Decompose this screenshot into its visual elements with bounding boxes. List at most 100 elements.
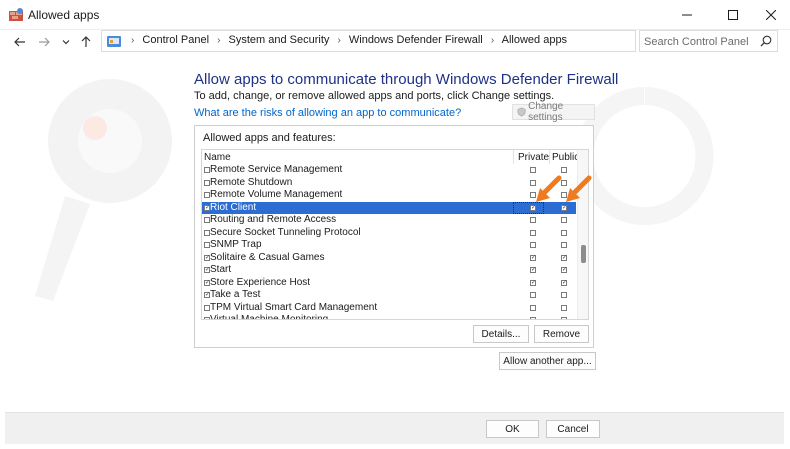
- chevron-down-icon: [62, 40, 70, 45]
- app-row[interactable]: Virtual Machine Monitoring: [202, 314, 576, 320]
- scrollbar-thumb[interactable]: [581, 245, 586, 263]
- app-name: Secure Socket Tunneling Protocol: [210, 226, 361, 238]
- main-content: Allow apps to communicate through Window…: [5, 56, 784, 412]
- breadcrumb-separator: ›: [217, 35, 221, 46]
- public-checkbox[interactable]: [561, 179, 567, 186]
- column-header-name[interactable]: Name: [204, 152, 231, 163]
- private-checkbox[interactable]: [530, 242, 536, 248]
- search-input[interactable]: [644, 34, 756, 49]
- private-checkbox[interactable]: [530, 217, 536, 223]
- column-header-public[interactable]: Public: [552, 152, 579, 163]
- public-checkbox[interactable]: [561, 192, 567, 198]
- app-row[interactable]: Remote Volume Management: [202, 189, 576, 202]
- private-checkbox[interactable]: ✓: [530, 204, 536, 211]
- search-icon[interactable]: [760, 35, 772, 47]
- cancel-button[interactable]: Cancel: [546, 420, 600, 438]
- arrow-right-icon: [39, 37, 50, 47]
- breadcrumb-system-security[interactable]: System and Security: [229, 34, 330, 46]
- app-name: Store Experience Host: [210, 276, 311, 288]
- window-title: Allowed apps: [28, 8, 100, 22]
- private-checkbox[interactable]: [530, 317, 536, 319]
- navigation-bar: › Control Panel › System and Security › …: [0, 30, 790, 52]
- app-name: Riot Client: [210, 201, 257, 213]
- public-checkbox[interactable]: ✓: [561, 279, 567, 286]
- control-panel-icon: [107, 36, 121, 47]
- recent-locations-button[interactable]: [58, 34, 74, 50]
- app-name: Remote Volume Management: [210, 189, 343, 200]
- app-name: Solitaire & Casual Games: [210, 251, 325, 263]
- focus-rectangle: [513, 201, 544, 214]
- app-row[interactable]: ✓ Store Experience Host ✓ ✓: [202, 277, 576, 290]
- allow-another-app-button[interactable]: Allow another app...: [499, 352, 596, 370]
- private-checkbox[interactable]: ✓: [530, 267, 536, 273]
- app-name: Start: [210, 264, 232, 275]
- allowed-apps-group: Allowed apps and features: Name Private …: [194, 125, 594, 348]
- app-name: SNMP Trap: [210, 239, 262, 250]
- app-row[interactable]: Routing and Remote Access: [202, 214, 576, 227]
- app-row[interactable]: ✓ Riot Client ✓ ✓: [202, 201, 576, 214]
- app-row[interactable]: TPM Virtual Smart Card Management: [202, 302, 576, 315]
- arrow-left-icon: [14, 37, 25, 47]
- allowed-apps-list[interactable]: Name Private Public Remote Service Manag…: [201, 149, 589, 320]
- private-checkbox[interactable]: [530, 179, 536, 186]
- public-checkbox[interactable]: [561, 317, 567, 319]
- app-name: Remote Shutdown: [210, 176, 293, 188]
- column-header-private[interactable]: Private: [518, 152, 549, 163]
- public-checkbox[interactable]: ✓: [561, 267, 567, 273]
- public-checkbox[interactable]: [561, 167, 567, 173]
- breadcrumb-separator: ›: [131, 35, 135, 46]
- private-checkbox[interactable]: ✓: [530, 254, 536, 261]
- public-checkbox[interactable]: [561, 242, 567, 248]
- instructions-text: To add, change, or remove allowed apps a…: [194, 90, 555, 102]
- public-checkbox[interactable]: ✓: [561, 254, 567, 261]
- app-row[interactable]: ✓ Take a Test: [202, 289, 576, 302]
- public-checkbox[interactable]: [561, 229, 567, 236]
- risks-link[interactable]: What are the risks of allowing an app to…: [194, 107, 461, 119]
- private-checkbox[interactable]: [530, 229, 536, 236]
- app-name: Remote Service Management: [210, 164, 343, 175]
- public-checkbox[interactable]: [561, 304, 567, 311]
- search-box[interactable]: [639, 30, 778, 52]
- up-button[interactable]: [78, 34, 94, 50]
- ok-button[interactable]: OK: [486, 420, 539, 438]
- page-title: Allow apps to communicate through Window…: [194, 71, 619, 88]
- close-button[interactable]: [748, 0, 790, 30]
- public-checkbox[interactable]: [561, 292, 567, 298]
- app-row[interactable]: Remote Shutdown: [202, 177, 576, 190]
- minimize-button[interactable]: [664, 0, 710, 30]
- app-name: Virtual Machine Monitoring: [210, 314, 329, 320]
- vertical-scrollbar[interactable]: [577, 150, 588, 319]
- firewall-app-icon: [9, 8, 23, 21]
- change-settings-label: Change settings: [528, 101, 564, 123]
- arrow-up-icon: [81, 36, 91, 47]
- app-row[interactable]: Secure Socket Tunneling Protocol: [202, 227, 576, 240]
- address-bar[interactable]: › Control Panel › System and Security › …: [101, 30, 728, 52]
- title-bar: Allowed apps: [0, 0, 790, 30]
- app-row[interactable]: Remote Service Management: [202, 164, 576, 177]
- app-row[interactable]: ✓ Solitaire & Casual Games ✓ ✓: [202, 252, 576, 265]
- back-button[interactable]: [12, 34, 28, 50]
- public-checkbox[interactable]: ✓: [561, 204, 567, 211]
- private-checkbox[interactable]: [530, 304, 536, 311]
- private-checkbox[interactable]: [530, 192, 536, 198]
- breadcrumb-control-panel[interactable]: Control Panel: [142, 34, 209, 46]
- app-name: Take a Test: [210, 289, 261, 300]
- app-row[interactable]: ✓ Start ✓ ✓: [202, 264, 576, 277]
- group-label: Allowed apps and features:: [203, 132, 336, 144]
- remove-button[interactable]: Remove: [534, 325, 589, 343]
- dialog-footer: OK Cancel: [5, 412, 784, 444]
- forward-button[interactable]: [36, 34, 52, 50]
- private-checkbox[interactable]: ✓: [530, 279, 536, 286]
- private-checkbox[interactable]: [530, 292, 536, 298]
- breadcrumb-firewall[interactable]: Windows Defender Firewall: [349, 34, 483, 46]
- list-header: Name Private Public: [202, 150, 579, 164]
- close-icon: [766, 10, 776, 20]
- minimize-icon: [682, 14, 692, 16]
- app-row[interactable]: SNMP Trap: [202, 239, 576, 252]
- change-settings-button[interactable]: Change settings: [512, 101, 595, 123]
- column-divider: [513, 150, 514, 164]
- details-button[interactable]: Details...: [473, 325, 529, 343]
- private-checkbox[interactable]: [530, 167, 536, 173]
- public-checkbox[interactable]: [561, 217, 567, 223]
- breadcrumb-allowed-apps[interactable]: Allowed apps: [502, 34, 567, 46]
